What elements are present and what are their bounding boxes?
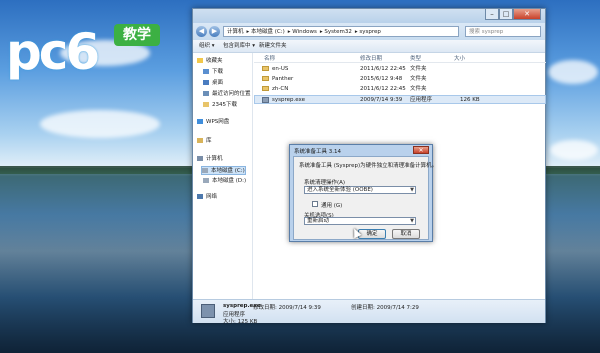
toolbar: 组织 ▾ 包含到库中 ▾ 新建文件夹 bbox=[193, 40, 545, 53]
folder-icon bbox=[262, 66, 269, 71]
cleanup-label: 系统清理操作(A) bbox=[304, 180, 346, 186]
star-icon bbox=[197, 58, 203, 63]
shutdown-option-select[interactable]: 重新启动 ▼ bbox=[304, 217, 416, 225]
recent-places-icon bbox=[203, 91, 209, 96]
application-icon bbox=[262, 96, 269, 103]
generalize-label: 通用 (G) bbox=[321, 203, 343, 209]
dialog-body: 系统准备工具 (Sysprep)为硬件独立和清理准备计算机。 系统清理操作(A)… bbox=[293, 156, 437, 240]
navigation-pane: 收藏夹 下载 桌面 最近访问的位置 2345下载 WPS网盘 库 计算机 本地磁… bbox=[193, 53, 253, 299]
forward-button[interactable]: ▶ bbox=[209, 26, 220, 37]
include-in-library-button[interactable]: 包含到库中 ▾ bbox=[223, 40, 255, 52]
library-icon bbox=[197, 138, 203, 143]
maximize-icon: □ bbox=[502, 10, 510, 18]
breadcrumb-computer[interactable]: 计算机 bbox=[227, 29, 244, 35]
detail-size: 大小: 125 KB bbox=[223, 319, 258, 325]
window-titlebar[interactable]: – □ ✕ bbox=[193, 9, 545, 23]
back-arrow-icon: ◀ bbox=[198, 27, 205, 35]
nav-wps[interactable]: WPS网盘 bbox=[197, 118, 229, 127]
folder-icon bbox=[203, 102, 209, 107]
cloud bbox=[550, 140, 598, 160]
forward-arrow-icon: ▶ bbox=[211, 27, 218, 35]
column-size[interactable]: 大小 bbox=[454, 54, 465, 62]
application-icon bbox=[201, 304, 215, 318]
nav-2345-download[interactable]: 2345下载 bbox=[203, 101, 237, 110]
details-pane: sysprep.exe 应用程序 大小: 125 KB 修改日期: 2009/7… bbox=[193, 299, 545, 325]
column-name[interactable]: 名称 bbox=[264, 54, 275, 62]
file-row[interactable]: zh-CN 2011/6/12 22:45 文件夹 bbox=[254, 85, 546, 94]
close-button[interactable]: ✕ bbox=[513, 9, 541, 20]
column-type[interactable]: 类型 bbox=[410, 54, 421, 62]
folder-icon bbox=[262, 76, 269, 81]
generalize-checkbox[interactable] bbox=[312, 201, 318, 207]
cloud bbox=[548, 60, 598, 84]
organize-button[interactable]: 组织 ▾ bbox=[199, 40, 215, 52]
column-header: 名称 修改日期 类型 大小 bbox=[254, 53, 546, 63]
minimize-button[interactable]: – bbox=[485, 9, 499, 20]
nav-recent[interactable]: 最近访问的位置 bbox=[203, 90, 251, 99]
chevron-down-icon: ▼ bbox=[410, 187, 414, 193]
desktop-icon bbox=[203, 80, 209, 85]
cloud bbox=[40, 110, 160, 138]
breadcrumb-drive-c[interactable]: 本地磁盘 (C:) bbox=[251, 29, 285, 35]
nav-computer[interactable]: 计算机 bbox=[197, 155, 223, 164]
logo-text: pc6 bbox=[6, 23, 100, 81]
file-row[interactable]: Panther 2015/6/12 9:48 文件夹 bbox=[254, 75, 546, 84]
computer-icon bbox=[197, 156, 203, 161]
address-bar[interactable]: 计算机 ▸ 本地磁盘 (C:) ▸ Windows ▸ System32 ▸ syspr… bbox=[223, 26, 459, 37]
new-folder-button[interactable]: 新建文件夹 bbox=[259, 40, 287, 52]
cloud-drive-icon bbox=[197, 119, 203, 124]
back-button[interactable]: ◀ bbox=[196, 26, 207, 37]
sysprep-dialog: 系统准备工具 3.14 ✕ 系统准备工具 (Sysprep)为硬件独立和清理准备… bbox=[289, 144, 437, 242]
minimize-icon: – bbox=[490, 10, 494, 18]
breadcrumb-sysprep[interactable]: sysprep bbox=[359, 29, 381, 35]
pc6-logo: pc6 教学 bbox=[6, 18, 166, 88]
network-icon bbox=[197, 194, 203, 199]
file-row[interactable]: en-US 2011/6/12 22:45 文件夹 bbox=[254, 65, 546, 74]
nav-downloads[interactable]: 下载 bbox=[203, 68, 223, 77]
cleanup-action-select[interactable]: 进入系统全新体验 (OOBE) ▼ bbox=[304, 186, 416, 194]
chevron-down-icon: ▼ bbox=[410, 218, 414, 224]
nav-drive-d[interactable]: 本地磁盘 (D:) bbox=[203, 177, 246, 186]
nav-libraries[interactable]: 库 bbox=[197, 137, 212, 146]
search-input[interactable]: 搜索 sysprep bbox=[465, 26, 541, 37]
nav-desktop[interactable]: 桌面 bbox=[203, 79, 223, 88]
nav-drive-c[interactable]: 本地磁盘 (C:) bbox=[201, 166, 246, 175]
nav-favorites[interactable]: 收藏夹 bbox=[197, 57, 223, 66]
download-icon bbox=[203, 69, 209, 74]
column-date[interactable]: 修改日期 bbox=[360, 54, 382, 62]
close-icon: ✕ bbox=[418, 147, 424, 154]
ok-button[interactable]: 确定 bbox=[358, 229, 386, 239]
drive-icon bbox=[203, 178, 209, 183]
maximize-button[interactable]: □ bbox=[499, 9, 513, 20]
file-row-selected[interactable]: sysprep.exe 2009/7/14 9:39 应用程序 126 KB bbox=[254, 95, 546, 104]
cancel-button[interactable]: 取消 bbox=[392, 229, 420, 239]
breadcrumb-system32[interactable]: System32 bbox=[324, 29, 352, 35]
logo-badge: 教学 bbox=[114, 24, 160, 46]
dialog-description: 系统准备工具 (Sysprep)为硬件独立和清理准备计算机。 bbox=[299, 163, 438, 169]
address-row: ◀ ▶ 计算机 ▸ 本地磁盘 (C:) ▸ Windows ▸ System32 ▸ s… bbox=[193, 23, 545, 40]
dialog-title: 系统准备工具 3.14 bbox=[294, 149, 341, 155]
detail-created: 创建日期: 2009/7/14 7:29 bbox=[351, 305, 419, 311]
dialog-close-button[interactable]: ✕ bbox=[413, 146, 429, 154]
detail-modified: 修改日期: 2009/7/14 9:39 bbox=[253, 305, 321, 311]
close-icon: ✕ bbox=[524, 10, 530, 18]
nav-network[interactable]: 网络 bbox=[197, 193, 217, 202]
breadcrumb-windows[interactable]: Windows bbox=[292, 29, 317, 35]
folder-icon bbox=[262, 86, 269, 91]
drive-icon bbox=[202, 168, 208, 173]
